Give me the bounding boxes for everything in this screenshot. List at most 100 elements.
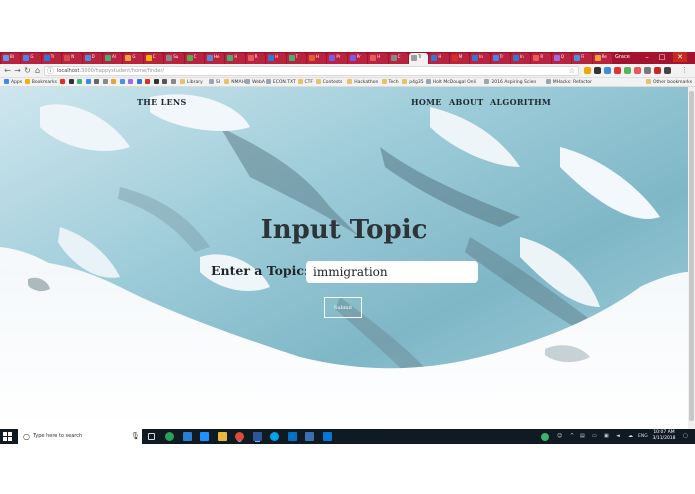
browser-tab[interactable]: H [307, 53, 327, 64]
maximize-icon[interactable]: □ [655, 52, 669, 62]
browser-tab[interactable]: R [531, 53, 551, 64]
tray-app-icon[interactable]: ▣ [604, 433, 609, 440]
taskbar-clock[interactable]: 10:07 AM 3/11/2018 [651, 430, 677, 442]
taskbar-search-box[interactable]: ○ Type here to search 🎙 [18, 429, 142, 444]
bookmark-icon[interactable] [128, 79, 135, 86]
nav-link-home[interactable]: HOME [411, 97, 442, 107]
bookmark-item[interactable]: Tech [381, 79, 399, 86]
back-icon[interactable]: ← [3, 66, 12, 75]
home-icon[interactable]: ⌂ [33, 66, 42, 75]
bookmark-icon[interactable] [170, 79, 178, 86]
bookmark-star-icon[interactable]: ☆ [569, 67, 575, 76]
browser-tab[interactable]: G [123, 53, 143, 64]
extension-icon[interactable] [594, 67, 601, 74]
bookmark-item[interactable]: Library [180, 79, 203, 86]
browser-tab[interactable]: H [225, 53, 245, 64]
bookmark-item[interactable]: CTF [297, 79, 313, 86]
bookmark-icon[interactable] [136, 79, 144, 86]
people-icon[interactable]: ☺ [557, 433, 562, 440]
language-indicator[interactable]: ENG [638, 433, 648, 440]
brand-logo[interactable]: THE LENS [137, 97, 187, 107]
bookmark-icon[interactable] [94, 79, 101, 86]
browser-tab[interactable]: R [245, 53, 266, 64]
extension-icon[interactable] [654, 67, 661, 74]
bookmark-item[interactable]: Apps [4, 79, 22, 86]
bookmark-item[interactable]: WebA [245, 79, 265, 86]
submit-button[interactable]: Submit [324, 297, 362, 318]
bookmark-icon[interactable] [77, 79, 84, 86]
profile-name[interactable]: Grace [615, 54, 630, 60]
browser-tab[interactable]: In [470, 53, 490, 64]
browser-tab[interactable]: G [21, 53, 41, 64]
browser-tab[interactable]: Bl [1, 53, 21, 64]
bookmark-item[interactable]: NMAH [224, 79, 245, 86]
browser-tab[interactable]: Fi [572, 53, 592, 64]
browser-tab[interactable]: Tr [41, 53, 62, 64]
task-view-icon[interactable] [148, 433, 155, 440]
nav-link-about[interactable]: ABOUT [449, 97, 484, 107]
browser-tab[interactable]: T [286, 53, 306, 64]
bookmark-item[interactable]: Bookmarks [24, 79, 57, 86]
bookmark-item[interactable]: ECON.TXT [265, 79, 296, 86]
browser-tab[interactable]: Su [164, 53, 184, 64]
extension-icon[interactable] [624, 67, 631, 74]
show-hidden-icons[interactable]: ^ [570, 433, 574, 440]
app-icon[interactable] [305, 432, 314, 441]
network-icon[interactable]: ▤ [580, 433, 585, 440]
extension-icon[interactable] [664, 67, 671, 74]
scrollbar-thumb[interactable] [689, 91, 694, 421]
browser-tab[interactable]: Re [592, 53, 612, 64]
bookmark-item[interactable]: p4g35 [402, 79, 424, 86]
browser-tab[interactable]: H [429, 53, 449, 64]
browser-tab[interactable]: D [82, 53, 102, 64]
nav-link-algorithm[interactable]: ALGORITHM [490, 97, 551, 107]
file-explorer-icon[interactable] [218, 432, 227, 441]
browser-tab[interactable]: N [62, 53, 82, 64]
minimize-icon[interactable]: – [640, 52, 654, 62]
notifications-icon[interactable]: ▢ [683, 433, 688, 440]
wifi-icon[interactable]: ☁ [628, 433, 633, 440]
browser-tab[interactable]: He [205, 53, 225, 64]
app-icon[interactable] [183, 432, 192, 441]
browser-tab[interactable]: C [184, 53, 204, 64]
bookmark-icon[interactable] [145, 79, 152, 86]
extension-icon[interactable] [644, 67, 651, 74]
browser-tab[interactable]: Pr [347, 53, 368, 64]
app-icon[interactable] [165, 432, 174, 441]
bookmark-icon[interactable] [119, 79, 127, 86]
extension-icon[interactable] [604, 67, 611, 74]
extension-icon[interactable] [634, 67, 641, 74]
browser-tab[interactable]: Pr [327, 53, 347, 64]
bookmark-item[interactable]: Holt McDougal Onli [425, 79, 476, 86]
bookmark-item[interactable]: Other bookmarks [646, 79, 692, 86]
extension-icon[interactable] [584, 67, 591, 74]
browser-tab[interactable]: H [266, 53, 286, 64]
volume-icon[interactable]: ◄ [616, 433, 620, 440]
close-window-icon[interactable]: ✕ [673, 52, 687, 62]
dropbox-icon[interactable] [200, 432, 209, 441]
skype-icon[interactable] [270, 432, 279, 441]
browser-tab[interactable]: Q [551, 53, 572, 64]
tray-app-icon[interactable] [541, 433, 549, 441]
address-bar[interactable]: ⓘ localhost:3000/happystudent/home/finde… [44, 66, 579, 76]
forward-icon[interactable]: → [13, 66, 22, 75]
word-icon[interactable] [253, 432, 262, 441]
bookmark-icon[interactable] [68, 79, 76, 86]
browser-tab[interactable]: H [368, 53, 388, 64]
browser-tab[interactable]: M [449, 53, 470, 64]
bookmark-item[interactable]: 2016 Aspiring Scien [484, 79, 536, 86]
info-icon[interactable]: ⓘ [47, 67, 54, 76]
bookmark-item[interactable]: Contests [315, 79, 342, 86]
bookmark-icon[interactable] [162, 79, 169, 86]
microphone-icon[interactable]: 🎙 [131, 432, 140, 441]
windows-start-icon[interactable] [3, 432, 12, 441]
bookmark-icon[interactable] [153, 79, 161, 86]
menu-icon[interactable]: ⋮ [680, 66, 689, 75]
chrome-icon[interactable] [235, 432, 244, 441]
bookmark-item[interactable]: SI [208, 79, 220, 86]
mail-icon[interactable] [288, 432, 297, 441]
browser-tab[interactable]: Tr [490, 53, 510, 64]
reload-icon[interactable]: ↻ [23, 66, 32, 75]
browser-tab[interactable]: In [511, 53, 531, 64]
topic-input[interactable] [306, 261, 478, 283]
